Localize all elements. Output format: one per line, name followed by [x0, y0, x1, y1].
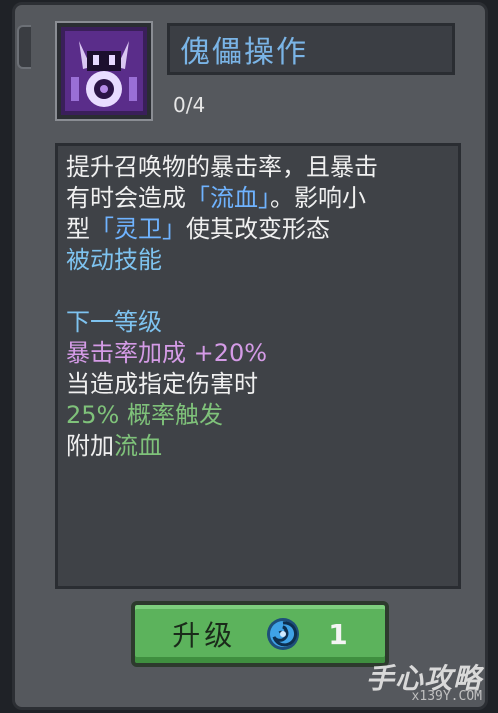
desc-line-1: 提升召唤物的暴击率，且暴击	[66, 153, 378, 181]
panel-side-tab[interactable]	[17, 25, 31, 69]
desc-line-3: 型「灵卫」使其改变形态	[66, 214, 450, 245]
bleed-keyword: 「流血」	[186, 184, 270, 212]
skill-title: 傀儡操作	[180, 35, 308, 70]
skill-description-box: 提升召唤物的暴击率，且暴击 有时会造成「流血」。影响小 型「灵卫」使其改变形态 …	[55, 143, 461, 589]
trigger-condition-text: 当造成指定伤害时	[66, 370, 258, 398]
puppet-skill-icon	[55, 21, 153, 121]
watermark-sub: x139Y.COM	[411, 689, 482, 704]
site-watermark: 手心攻略 x139Y.COM	[318, 657, 488, 707]
crit-bonus-text: 暴击率加成 +20%	[66, 339, 268, 367]
desc-line-3-text-a: 型	[66, 215, 90, 243]
upgrade-button-label: 升级	[172, 619, 237, 652]
desc-line-3-text-c: 使其改变形态	[186, 215, 330, 243]
skill-type-label: 被动技能	[66, 246, 162, 274]
effect-name: 流血	[114, 432, 162, 460]
upgrade-cost: 1	[328, 617, 348, 651]
trigger-chance-text: 25% 概率触发	[66, 401, 223, 429]
desc-line-2-text-c: 。影响小	[270, 184, 366, 212]
effect-line: 附加流血	[66, 431, 450, 462]
skill-level-count: 0/4	[173, 93, 206, 117]
desc-line-2-text-a: 有时会造成	[66, 184, 186, 212]
blue-gem-icon	[267, 618, 300, 650]
skill-info-panel: 傀儡操作 0/4 提升召唤物的暴击率，且暴击 有时会造成「流血」。影响小 型「灵…	[12, 2, 488, 710]
effect-prefix: 附加	[66, 432, 114, 460]
next-level-heading: 下一等级	[66, 308, 162, 336]
spirit-guard-keyword: 「灵卫」	[90, 215, 186, 243]
desc-line-2: 有时会造成「流血」。影响小	[66, 183, 450, 214]
skill-title-box: 傀儡操作	[167, 23, 455, 75]
